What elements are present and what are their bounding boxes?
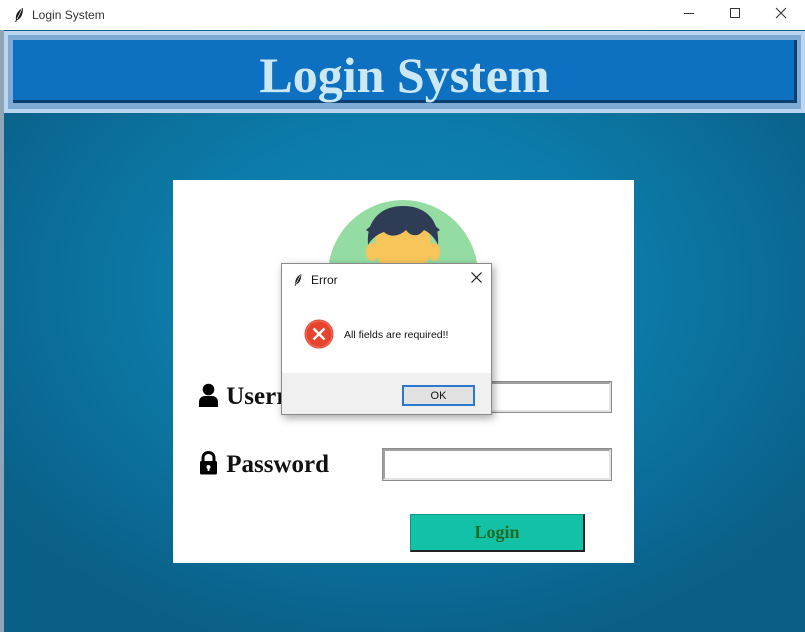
close-icon [775, 6, 787, 24]
feather-icon [13, 7, 25, 23]
dialog-close-button[interactable] [466, 270, 486, 288]
error-dialog: Error All fields are required!! OK [281, 263, 492, 415]
minimize-button[interactable] [666, 0, 712, 30]
ok-button[interactable]: OK [402, 385, 475, 406]
username-label-text: Userr [226, 383, 288, 410]
maximize-button[interactable] [712, 0, 758, 30]
lock-icon [199, 450, 226, 478]
login-button[interactable]: Login [410, 514, 585, 552]
close-button[interactable] [758, 0, 804, 30]
window-title: Login System [32, 8, 105, 22]
maximize-icon [729, 6, 741, 24]
password-label-text: Password [226, 451, 330, 478]
error-icon [304, 319, 334, 354]
password-input[interactable] [382, 448, 612, 481]
user-icon [199, 383, 226, 410]
minimize-icon [683, 6, 695, 24]
page-title: Login System [259, 47, 550, 103]
window-left-border [0, 30, 4, 632]
username-label: Userr [199, 383, 287, 411]
dialog-title: Error [311, 273, 338, 287]
close-icon [470, 270, 482, 288]
window-titlebar: Login System [0, 0, 805, 30]
password-label: Password [199, 450, 330, 479]
dialog-footer: OK [282, 373, 491, 414]
feather-icon [293, 273, 303, 292]
dialog-message: All fields are required!! [344, 329, 449, 341]
